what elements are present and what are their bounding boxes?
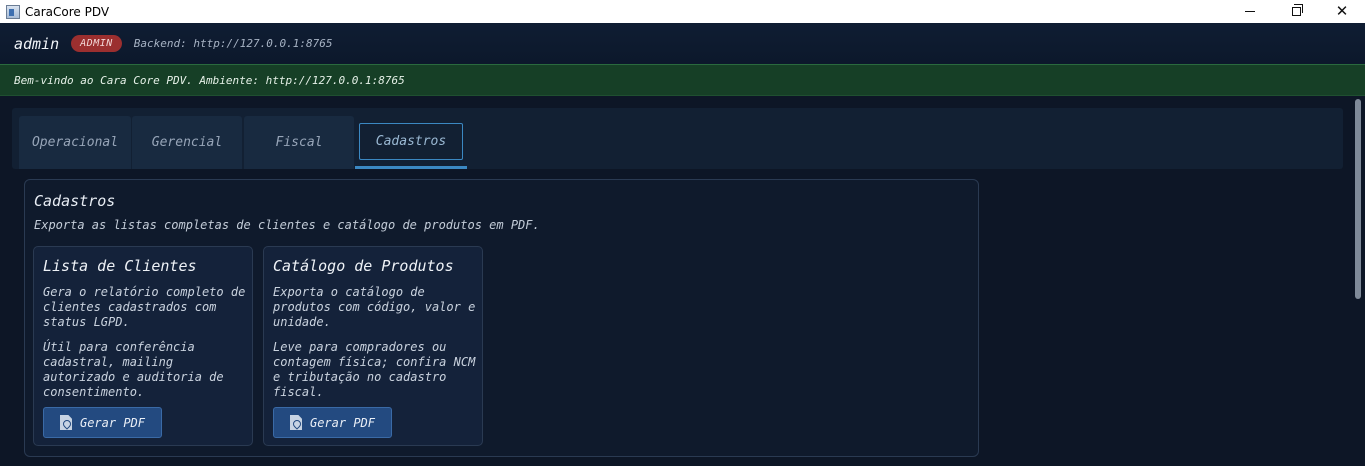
panel-title: Cadastros — [34, 192, 116, 210]
vertical-scrollbar[interactable] — [1352, 96, 1365, 466]
restore-icon — [1291, 4, 1303, 16]
tab-label: Fiscal — [275, 135, 323, 150]
card-paragraph: Gera o relatório completo de clientes ca… — [43, 285, 246, 329]
minimize-button[interactable] — [1227, 0, 1273, 23]
scrollbar-thumb[interactable] — [1355, 99, 1361, 299]
window-title: CaraCore PDV — [25, 4, 110, 19]
pdf-file-icon — [289, 415, 302, 430]
card-lista-clientes: Lista de Clientes Gera o relatório compl… — [33, 246, 253, 446]
username: admin — [14, 34, 60, 53]
card-title: Catálogo de Produtos — [273, 257, 454, 275]
button-label: Gerar PDF — [309, 415, 376, 430]
tab-gerencial[interactable]: Gerencial — [132, 116, 242, 169]
tab-cadastros[interactable]: Cadastros — [355, 116, 467, 169]
app-window-icon — [6, 4, 20, 19]
card-catalogo-produtos: Catálogo de Produtos Exporta o catálogo … — [263, 246, 483, 446]
card-paragraph: Útil para conferência cadastral, mailing… — [43, 340, 224, 399]
card-paragraph: Exporta o catálogo de produtos com códig… — [273, 285, 476, 329]
pdf-file-icon — [59, 415, 72, 430]
tab-fiscal[interactable]: Fiscal — [244, 116, 354, 169]
close-button[interactable]: ✕ — [1319, 0, 1365, 23]
tab-bar: Operacional Gerencial Fiscal Cadastros — [12, 108, 1343, 169]
gerar-pdf-produtos-button[interactable]: Gerar PDF — [273, 407, 392, 438]
close-icon: ✕ — [1335, 2, 1349, 20]
app-header: admin ADMIN Backend: http://127.0.0.1:87… — [0, 23, 1365, 64]
card-paragraph: Leve para compradores ou contagem física… — [273, 340, 476, 399]
welcome-message: Bem-vindo ao Cara Core PDV. Ambiente: ht… — [14, 73, 405, 87]
window-titlebar: CaraCore PDV ✕ — [0, 0, 1365, 23]
welcome-banner: Bem-vindo ao Cara Core PDV. Ambiente: ht… — [0, 64, 1365, 96]
backend-url: Backend: http://127.0.0.1:8765 — [133, 37, 333, 50]
button-label: Gerar PDF — [79, 415, 146, 430]
tab-label: Cadastros — [358, 122, 464, 160]
tab-operacional[interactable]: Operacional — [19, 116, 131, 169]
tab-label: Gerencial — [151, 135, 223, 150]
restore-button[interactable] — [1273, 0, 1319, 23]
gerar-pdf-clientes-button[interactable]: Gerar PDF — [43, 407, 162, 438]
cadastros-panel: Cadastros Exporta as listas completas de… — [24, 179, 979, 457]
minimize-icon — [1245, 11, 1255, 12]
tab-label: Operacional — [31, 135, 119, 150]
role-badge: ADMIN — [71, 35, 122, 52]
panel-description: Exporta as listas completas de clientes … — [34, 218, 540, 232]
card-title: Lista de Clientes — [43, 257, 197, 275]
